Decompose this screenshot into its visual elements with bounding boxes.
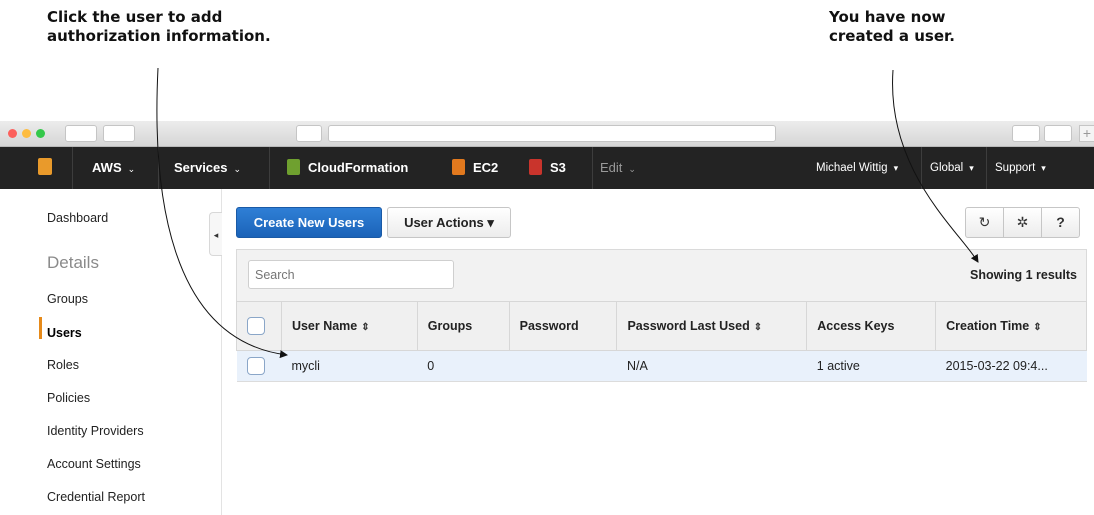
cloudformation-label: CloudFormation <box>308 160 409 175</box>
table-row[interactable]: mycli 0 N/A 1 active 2015-03-22 09:4... <box>236 350 1087 382</box>
browser-titlebar: + <box>0 121 1094 147</box>
results-count: Showing 1 results <box>970 268 1077 282</box>
sidebar-item-groups[interactable]: Groups <box>47 292 88 306</box>
ec2-label: EC2 <box>473 160 499 175</box>
column-header-label: User Name <box>291 319 358 333</box>
users-table: User Name ⇕ Groups Password Password Last… <box>236 301 1087 382</box>
nav-divider <box>269 147 270 189</box>
cell-creation-time: 2015-03-22 09:4... <box>935 350 1087 382</box>
sort-icon: ⇕ <box>1033 322 1042 333</box>
column-header-password-last-used[interactable]: Password Last Used ⇕ <box>616 301 808 351</box>
s3-shortcut[interactable]: S3 <box>529 147 566 189</box>
help-icon[interactable]: ? <box>1041 207 1080 238</box>
ec2-icon <box>452 159 465 175</box>
chevron-down-icon: ⌄ <box>628 164 636 174</box>
cell-password-last-used: N/A <box>616 350 807 382</box>
cloudformation-icon <box>287 159 300 175</box>
back-button[interactable] <box>65 125 97 142</box>
cell-groups: 0 <box>417 350 510 382</box>
services-menu[interactable]: Services ⌄ <box>174 147 241 189</box>
nav-divider <box>72 147 73 189</box>
row-select-cell <box>236 350 282 382</box>
callout-left-line-1: Click the user to add <box>47 8 223 26</box>
nav-divider <box>592 147 593 189</box>
user-actions-button[interactable]: User Actions ▾ <box>387 207 511 238</box>
table-header-row: User Name ⇕ Groups Password Password Last… <box>236 301 1087 351</box>
chevron-down-icon: ⌄ <box>127 164 136 174</box>
callout-right: You have now created a user. <box>829 8 1029 46</box>
support-menu[interactable]: Support ▾ <box>995 147 1046 189</box>
aws-logo-icon[interactable] <box>38 147 60 189</box>
column-header-access-keys: Access Keys <box>806 301 937 351</box>
row-checkbox[interactable] <box>246 357 265 375</box>
nav-divider <box>158 147 159 189</box>
share-button[interactable] <box>1012 125 1040 142</box>
callout-right-line-2: created a user. <box>829 27 955 45</box>
select-all-header <box>236 301 282 351</box>
active-indicator <box>39 317 42 339</box>
column-header-label: Password Last Used <box>627 319 750 333</box>
maximize-window-icon[interactable] <box>36 129 45 138</box>
screenshot-root: Click the user to add authorization info… <box>0 0 1094 515</box>
region-menu[interactable]: Global ▾ <box>930 147 974 189</box>
sidebar-item-policies[interactable]: Policies <box>47 391 90 405</box>
sidebar-item-users[interactable]: Users <box>47 326 82 340</box>
column-header-creation-time[interactable]: Creation Time ⇕ <box>935 301 1087 351</box>
nav-divider <box>921 147 922 189</box>
cell-access-keys: 1 active <box>806 350 936 382</box>
callout-left: Click the user to add authorization info… <box>47 8 347 46</box>
sidebar-item-roles[interactable]: Roles <box>47 358 79 372</box>
select-all-checkbox[interactable] <box>247 317 265 335</box>
sidebar-item-dashboard[interactable]: Dashboard <box>47 211 108 225</box>
column-header-password: Password <box>508 301 618 351</box>
edit-menu-label: Edit <box>600 160 623 175</box>
aws-menu[interactable]: AWS ⌄ <box>92 147 135 189</box>
close-window-icon[interactable] <box>8 129 17 138</box>
nav-divider <box>986 147 987 189</box>
column-header-groups: Groups <box>416 301 510 351</box>
caret-down-icon: ▾ <box>1041 163 1046 173</box>
sidebar-toggle-button[interactable] <box>296 125 322 142</box>
s3-icon <box>529 159 542 175</box>
cell-password <box>509 350 617 382</box>
minimize-window-icon[interactable] <box>22 129 31 138</box>
cloudformation-shortcut[interactable]: CloudFormation <box>287 147 408 189</box>
aws-navbar: AWS ⌄ Services ⌄ CloudFormation EC2 S3 Edi… <box>0 147 1094 189</box>
collapse-sidebar-icon[interactable]: ◂ <box>209 212 222 256</box>
search-input[interactable] <box>248 260 454 289</box>
sidebar: Dashboard Details Groups Users Roles Pol… <box>0 189 222 515</box>
region-menu-label: Global <box>930 162 964 174</box>
aws-menu-label: AWS <box>92 160 122 175</box>
sidebar-item-credential-report[interactable]: Credential Report <box>47 490 145 504</box>
user-menu[interactable]: Michael Wittig ▾ <box>816 147 898 189</box>
cell-user-name[interactable]: mycli <box>281 350 418 382</box>
ec2-shortcut[interactable]: EC2 <box>452 147 498 189</box>
address-bar[interactable] <box>328 125 776 142</box>
sidebar-item-account-settings[interactable]: Account Settings <box>47 457 141 471</box>
caret-down-icon: ▾ <box>893 163 899 173</box>
create-new-users-button[interactable]: Create New Users <box>236 207 382 238</box>
new-tab-icon[interactable]: + <box>1079 125 1094 142</box>
edit-menu[interactable]: Edit ⌄ <box>600 147 636 189</box>
chevron-down-icon: ⌄ <box>233 164 242 174</box>
services-menu-label: Services <box>174 160 228 175</box>
sidebar-item-identity-providers[interactable]: Identity Providers <box>47 424 144 438</box>
user-menu-label: Michael Wittig <box>816 162 888 174</box>
sort-icon: ⇕ <box>753 322 763 333</box>
column-header-label: Creation Time <box>946 319 1030 333</box>
support-menu-label: Support <box>995 162 1036 174</box>
sidebar-section-details: Details <box>47 253 99 272</box>
gear-icon[interactable]: ✲ <box>1003 207 1042 238</box>
tabs-button[interactable] <box>1044 125 1072 142</box>
callout-left-line-2: authorization information. <box>47 27 271 45</box>
s3-label: S3 <box>550 160 566 175</box>
caret-down-icon: ▾ <box>969 163 974 173</box>
refresh-icon[interactable]: ↻ <box>965 207 1004 238</box>
forward-button[interactable] <box>103 125 135 142</box>
column-header-user-name[interactable]: User Name ⇕ <box>280 301 418 351</box>
callout-right-line-1: You have now <box>829 8 946 26</box>
sort-icon: ⇕ <box>361 322 370 333</box>
